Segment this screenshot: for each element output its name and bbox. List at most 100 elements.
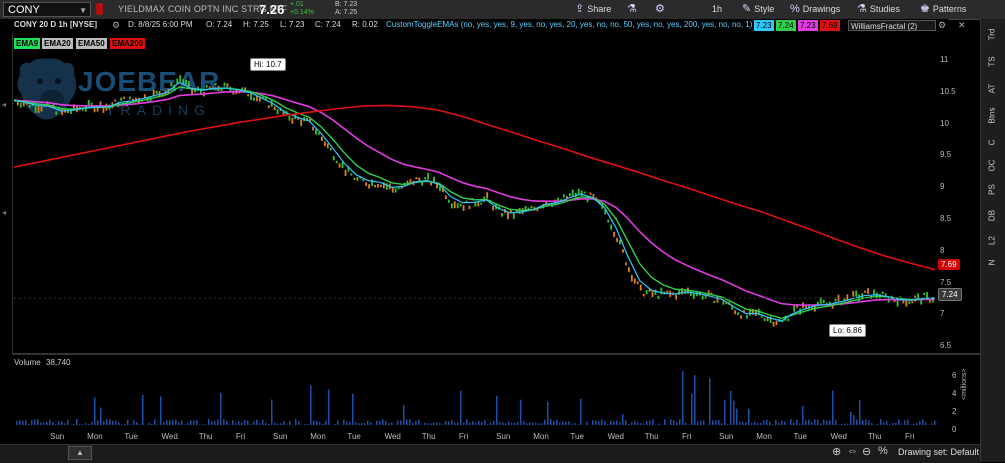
volume-bar bbox=[814, 419, 816, 425]
time-axis-label: Sun bbox=[273, 432, 287, 441]
ema50-value: 7.23 bbox=[798, 20, 818, 31]
percent-icon[interactable]: % bbox=[878, 445, 888, 457]
volume-bar bbox=[595, 421, 597, 425]
zoom-out-icon[interactable]: ⊖ bbox=[862, 445, 871, 458]
volume-bar bbox=[676, 422, 678, 425]
price-bar bbox=[572, 190, 574, 196]
sidebar-tab-db[interactable]: DB bbox=[988, 207, 997, 225]
price-bar bbox=[486, 192, 488, 198]
volume-bar bbox=[562, 421, 564, 425]
volume-bar bbox=[457, 422, 459, 425]
volume-bar bbox=[730, 391, 732, 425]
volume-bar bbox=[193, 421, 195, 425]
price-bar bbox=[911, 301, 913, 303]
price-bar bbox=[578, 189, 580, 195]
drawings-label: Drawings bbox=[803, 2, 841, 17]
time-axis-label: Wed bbox=[831, 432, 847, 441]
flag-icon[interactable] bbox=[96, 3, 103, 15]
drawing-set-selector[interactable]: Drawing set: Default bbox=[898, 447, 979, 457]
bid-value: B: 7.23 bbox=[335, 1, 357, 9]
share-button[interactable]: ⇪Share bbox=[575, 2, 611, 17]
price-bar bbox=[445, 195, 447, 199]
volume-bar bbox=[502, 422, 504, 425]
volume-bar bbox=[109, 419, 111, 425]
price-bar bbox=[634, 278, 636, 283]
volume-bar bbox=[721, 423, 723, 425]
williams-fractal-study[interactable]: WilliamsFractal (2) bbox=[848, 20, 936, 31]
chevron-down-icon[interactable]: ▼ bbox=[79, 3, 87, 18]
volume-bar bbox=[568, 421, 570, 425]
price-bar bbox=[377, 184, 379, 188]
close-icon[interactable]: ✕ bbox=[958, 20, 966, 31]
patterns-button[interactable]: ♚Patterns bbox=[920, 2, 966, 17]
time-axis-label: Fri bbox=[905, 432, 914, 441]
volume-bar bbox=[58, 421, 60, 425]
volume-chart[interactable] bbox=[0, 355, 945, 430]
price-bar bbox=[610, 224, 612, 229]
sidebar-tab-l2[interactable]: L2 bbox=[988, 232, 997, 250]
sidebar-tab-c[interactable]: C bbox=[988, 134, 997, 152]
volume-bar bbox=[757, 423, 759, 425]
price-bar bbox=[300, 120, 302, 127]
sidebar-tab-trd[interactable]: Trd bbox=[988, 26, 997, 44]
volume-bar bbox=[892, 423, 894, 425]
volume-bar bbox=[487, 424, 489, 425]
drawings-button[interactable]: %Drawings bbox=[790, 2, 840, 17]
volume-bar bbox=[910, 424, 912, 425]
ema9-value: 7.23 bbox=[754, 20, 774, 31]
volume-bar bbox=[16, 421, 18, 425]
volume-bar bbox=[286, 424, 288, 425]
price-bar bbox=[156, 91, 158, 94]
zoom-icon[interactable]: ⊕ bbox=[832, 445, 841, 458]
sidebar-tab-at[interactable]: AT bbox=[988, 80, 997, 98]
volume-bar bbox=[337, 420, 339, 425]
price-bar bbox=[103, 108, 105, 113]
volume-bar bbox=[622, 414, 624, 425]
symbol-selector[interactable]: CONY▼ bbox=[3, 2, 91, 17]
sidebar-tab-ts[interactable]: TS bbox=[988, 53, 997, 71]
drawings-icon: % bbox=[790, 2, 800, 17]
price-chart[interactable] bbox=[0, 33, 940, 353]
volume-bar bbox=[241, 422, 243, 425]
pan-arrows-icon[interactable]: ⇔ bbox=[847, 445, 858, 457]
volume-bar bbox=[754, 422, 756, 425]
collapse-arrow-icon[interactable]: ◂ bbox=[2, 100, 6, 109]
price-bar bbox=[675, 294, 677, 299]
volume-bar bbox=[865, 420, 867, 425]
volume-bar bbox=[829, 420, 831, 425]
volume-bar bbox=[436, 423, 438, 425]
settings-button[interactable]: ⚙ bbox=[655, 2, 665, 17]
volume-bar bbox=[820, 423, 822, 425]
timeframe-selector[interactable]: 1h bbox=[712, 2, 722, 17]
studies-button[interactable]: ⚗Studies bbox=[857, 2, 900, 17]
study-gear-icon[interactable]: ⚙ bbox=[938, 20, 946, 31]
volume-bar bbox=[391, 422, 393, 425]
volume-bar bbox=[169, 420, 171, 425]
volume-bar bbox=[211, 421, 213, 425]
sidebar-tab-n[interactable]: N bbox=[988, 254, 997, 272]
volume-bar bbox=[115, 421, 117, 425]
volume-bar bbox=[718, 420, 720, 425]
time-axis-label: Tue bbox=[347, 432, 361, 441]
flask-button[interactable]: ⚗ bbox=[627, 2, 637, 17]
expand-panel-button[interactable]: ▲ bbox=[68, 446, 92, 460]
price-change: +.01+0.14% bbox=[290, 1, 314, 17]
price-bar bbox=[531, 206, 533, 209]
volume-bar bbox=[694, 375, 696, 425]
volume-bar bbox=[142, 395, 144, 425]
price-axis-label: 7.5 bbox=[940, 278, 951, 287]
price-bar bbox=[312, 127, 314, 131]
volume-bar bbox=[901, 424, 903, 425]
sidebar-tab-ps[interactable]: PS bbox=[988, 181, 997, 199]
style-button[interactable]: ✎Style bbox=[742, 2, 774, 17]
price-bar bbox=[318, 133, 320, 135]
volume-bar bbox=[781, 421, 783, 425]
collapse-arrow-icon-lower[interactable]: ◂ bbox=[2, 208, 6, 217]
sidebar-tab-btns[interactable]: Btns bbox=[988, 107, 997, 125]
chart-gear-icon[interactable]: ⚙ bbox=[112, 20, 120, 31]
volume-bar bbox=[313, 421, 315, 425]
time-axis-label: Tue bbox=[124, 432, 138, 441]
sidebar-tab-oc[interactable]: OC bbox=[988, 157, 997, 175]
volume-bar bbox=[697, 422, 699, 425]
volume-bar bbox=[136, 422, 138, 425]
